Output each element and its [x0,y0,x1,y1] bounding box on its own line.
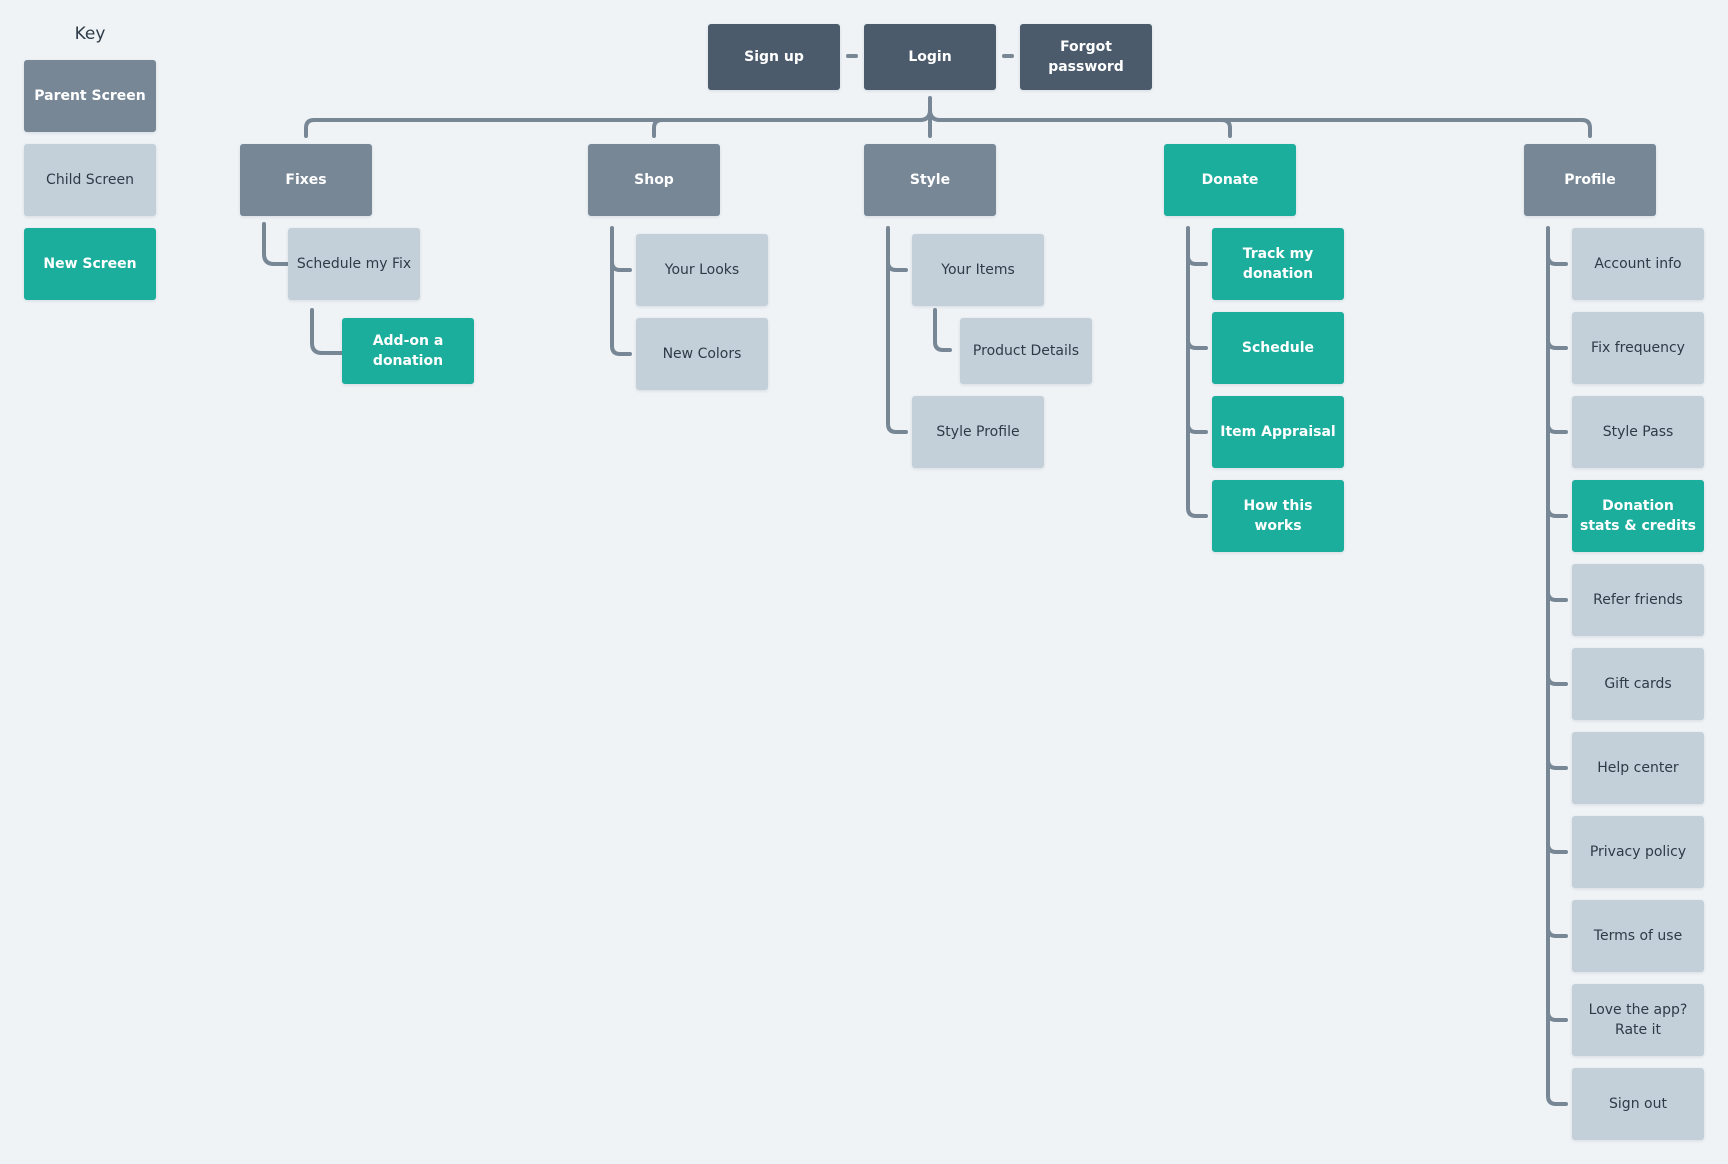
connector-profile-children [1546,226,1568,1106]
node-privacy-policy[interactable]: Privacy policy [1572,816,1704,888]
connector-profile-child [1546,758,1568,770]
node-track-my-donation[interactable]: Track my donation [1212,228,1344,300]
node-schedule-my-fix[interactable]: Schedule my Fix [288,228,420,300]
node-product-details[interactable]: Product Details [960,318,1092,384]
node-new-colors[interactable]: New Colors [636,318,768,390]
node-fix-frequency[interactable]: Fix frequency [1572,312,1704,384]
node-login[interactable]: Login [864,24,996,90]
node-how-this-works[interactable]: How this works [1212,480,1344,552]
connector-profile-child [1546,674,1568,686]
node-refer-friends[interactable]: Refer friends [1572,564,1704,636]
key-child-screen: Child Screen [24,144,156,216]
node-style[interactable]: Style [864,144,996,216]
node-profile[interactable]: Profile [1524,144,1656,216]
connector-shop-children [610,226,632,356]
connector-shop-yourlooks [610,260,632,272]
node-style-profile[interactable]: Style Profile [912,396,1044,468]
connector-profile-child [1546,1010,1568,1022]
key-new-screen: New Screen [24,228,156,300]
connector-profile-child [1546,842,1568,854]
node-donation-stats-credits[interactable]: Donation stats & credits [1572,480,1704,552]
node-fixes[interactable]: Fixes [240,144,372,216]
connector-profile-child [1546,422,1568,434]
node-style-pass[interactable]: Style Pass [1572,396,1704,468]
connector-shop-drop [652,118,664,138]
connector-donate-drop [1220,118,1232,138]
node-terms-of-use[interactable]: Terms of use [1572,900,1704,972]
connector-profile-child [1546,590,1568,602]
node-sign-up[interactable]: Sign up [708,24,840,90]
connector-donate-track [1186,254,1208,266]
node-donate[interactable]: Donate [1164,144,1296,216]
node-help-center[interactable]: Help center [1572,732,1704,804]
node-schedule[interactable]: Schedule [1212,312,1344,384]
node-item-appraisal[interactable]: Item Appraisal [1212,396,1344,468]
node-love-the-app[interactable]: Love the app? Rate it [1572,984,1704,1056]
key-title: Key [74,24,106,44]
node-shop[interactable]: Shop [588,144,720,216]
connector-profile-child [1546,926,1568,938]
node-your-items[interactable]: Your Items [912,234,1044,306]
connector-style-children [886,226,908,434]
connector-profile-child [1546,506,1568,518]
connector-schedule-addon [310,308,344,355]
node-forgot-password[interactable]: Forgot password [1020,24,1152,90]
connector-profile-child [1546,254,1568,266]
connector-donate-appraisal [1186,422,1208,434]
connector-donate-schedule [1186,338,1208,350]
node-account-info[interactable]: Account info [1572,228,1704,300]
key-parent-screen: Parent Screen [24,60,156,132]
node-sign-out[interactable]: Sign out [1572,1068,1704,1140]
connector-login-stem-right [928,108,942,122]
node-gift-cards[interactable]: Gift cards [1572,648,1704,720]
connector-profile-child [1546,338,1568,350]
node-add-on-donation[interactable]: Add-on a donation [342,318,474,384]
connector-bus-left [304,118,922,138]
connector-fixes-schedule [262,222,290,266]
node-your-looks[interactable]: Your Looks [636,234,768,306]
connector-youritems-product [933,308,952,352]
connector-style-youritems [886,260,908,272]
connector-donate-children [1186,226,1208,518]
connector-bus-right [938,118,1592,138]
